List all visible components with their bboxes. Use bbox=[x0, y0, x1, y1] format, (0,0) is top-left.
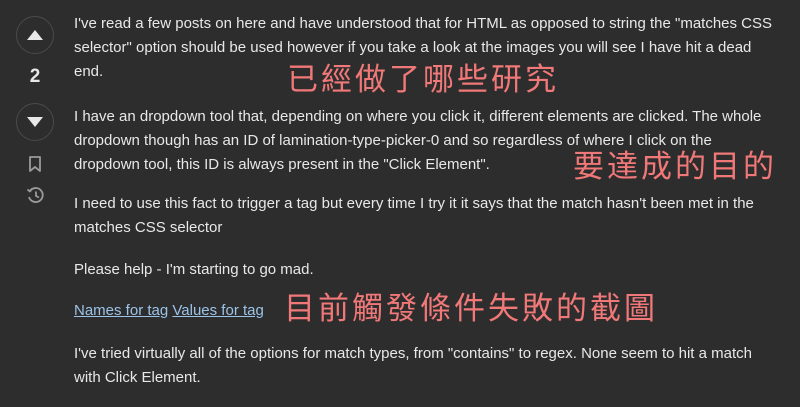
bookmark-button[interactable] bbox=[25, 154, 45, 174]
vote-count: 2 bbox=[29, 66, 41, 87]
annotation-research-done: 已經做了哪些研究 bbox=[287, 62, 559, 98]
post-paragraph: I need to use this fact to trigger a tag… bbox=[74, 195, 754, 236]
post-paragraph: Please help - I'm starting to go mad. bbox=[74, 261, 314, 278]
annotation-failure-screenshots: 目前觸發條件失敗的截圖 bbox=[284, 291, 658, 327]
history-button[interactable] bbox=[25, 185, 45, 205]
upvote-button[interactable] bbox=[16, 16, 54, 54]
triangle-down-icon bbox=[27, 117, 43, 127]
annotation-goal: 要達成的目的 bbox=[573, 149, 777, 185]
triangle-up-icon bbox=[27, 30, 43, 40]
history-icon bbox=[26, 186, 44, 203]
post-paragraph: I've tried virtually all of the options … bbox=[74, 345, 752, 386]
downvote-button[interactable] bbox=[16, 103, 54, 141]
vote-column: 2 bbox=[0, 0, 70, 407]
names-for-tag-link[interactable]: Names for tag bbox=[74, 302, 168, 319]
values-for-tag-link[interactable]: Values for tag bbox=[172, 302, 263, 319]
bookmark-icon bbox=[29, 155, 41, 172]
